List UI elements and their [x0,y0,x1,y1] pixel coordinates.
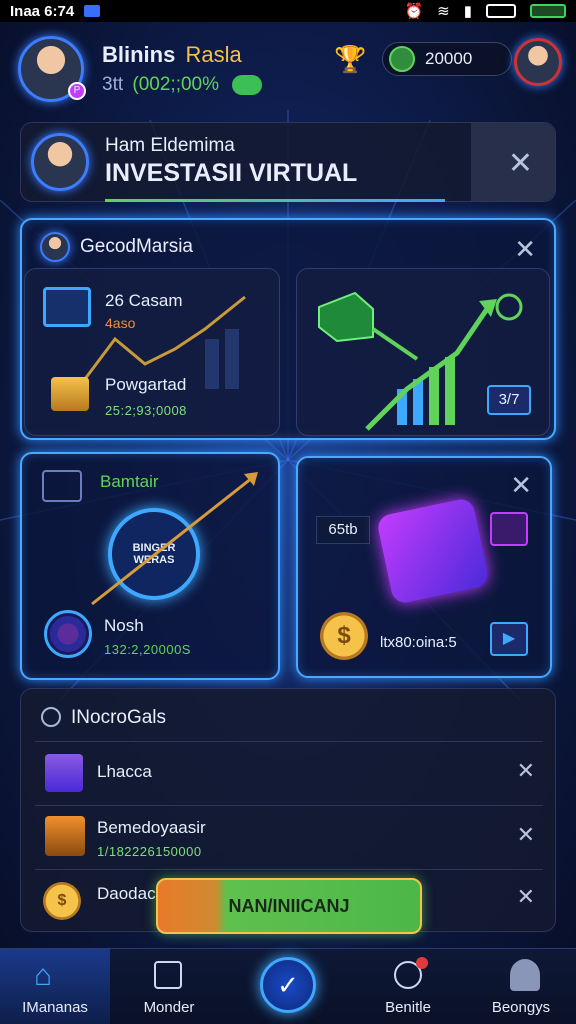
close-icon[interactable]: ✕ [517,886,535,908]
tile1-label: 26 Casam [105,291,183,310]
user-stats-row: 3tt (002;;00% [102,74,263,96]
tile2-badge: 3/7 [487,385,531,415]
coin-balance[interactable]: 20000 [382,42,512,76]
add-balance-button[interactable] [232,74,263,95]
boost-icon [490,512,528,546]
banner-title: INVESTASII VIRTUAL [105,159,358,187]
wifi-icon: ≋ [437,3,450,20]
profile-avatar-wrap[interactable]: P [18,36,86,102]
tile-portfolio[interactable]: 26 Casam 4aso Powgartad 25:2;93;0008 [24,268,280,436]
list-item[interactable]: Lhacca ✕ [35,741,543,803]
tile-crypto[interactable]: ✕ 65tb $ ltx80:oina:5 ▶ [296,456,552,678]
tile1-sub: 4aso [105,315,136,331]
nav-item-home[interactable]: IMananas [0,999,110,1016]
nav-item-beongys[interactable]: Beongys [466,999,576,1016]
panel-title: GecodMarsia [80,236,193,257]
tile1-item-label: Powgartad [105,375,187,394]
bottom-nav: ⌂ IMananas Monder ✓ Benitle Beongys [0,948,576,1024]
cta-button[interactable]: NAN/INIICANJ [156,878,422,934]
play-icon[interactable]: ▶ [490,622,528,656]
coin-icon [389,46,415,72]
user-balance: (002;;00% [132,74,220,95]
tile4-value: ltx80:oina:5 [380,634,457,651]
tile3-item-label: Nosh [104,616,144,635]
tile4-chip: 65tb [316,516,370,544]
tile-shield[interactable]: Bamtair BINGER WERAS Nosh 132:2,20000S [20,452,280,680]
reward-icon[interactable]: 🏆 [334,44,366,75]
target-icon [44,610,92,658]
list-item[interactable]: Bemedoyaasir 1/182226150000 ✕ [35,805,543,867]
profile-header: P Blinins Rasla 3tt (002;;00% 🏆 20000 [18,30,562,110]
panel-avatar [40,232,70,262]
user-name: Blinins [102,42,176,67]
tile1-item-value: 25:2;93;0008 [105,403,187,418]
nav-item-monder[interactable]: Monder [114,999,224,1016]
crypto-cube-icon [375,496,491,606]
coin-stack-icon [45,754,83,792]
app-notification-icon [84,5,101,17]
home-icon[interactable]: ⌂ [34,959,52,993]
status-time: Inaa 6:74 [10,2,75,20]
user-name-row: Blinins Rasla [102,42,242,68]
close-icon[interactable]: ✕ [510,472,532,498]
close-icon[interactable]: ✕ [517,824,535,846]
signal-icon: ▮ [463,3,472,20]
list-item-label: Daodac [97,884,156,903]
dollar-coin-icon: $ [320,612,368,660]
gold-bars-icon [51,377,89,411]
dollar-coin-icon: $ [43,882,81,920]
nav-item-benitle[interactable]: Benitle [353,999,463,1016]
list-item-value: 1/182226150000 [97,844,202,859]
cart-icon [45,816,85,856]
list-title: INocroGals [71,707,167,728]
banner-progress [105,199,445,202]
document-icon[interactable] [154,961,182,989]
info-icon [41,707,61,727]
profile-icon[interactable] [510,959,540,991]
tile3-item-value: 132:2,20000S [104,642,191,657]
close-icon[interactable]: ✕ [514,236,536,262]
list-item-label: Lhacca [97,762,152,781]
battery-icon [486,4,516,18]
list-item-label: Bemedoyaasir [97,818,206,837]
close-icon[interactable]: ✕ [517,760,535,782]
center-action-icon[interactable]: ✓ [260,957,316,1013]
tile-growth[interactable]: 3/7 [296,268,550,436]
notification-dot [416,957,428,969]
chart-icon [43,287,91,327]
charging-battery-icon [530,4,566,18]
banner-avatar [31,133,89,191]
user-tag: Rasla [185,42,242,67]
friend-avatar[interactable] [514,38,562,86]
status-bar: Inaa 6:74 ⏰ ≋ ▮ [0,0,576,22]
profile-badge-icon: P [68,82,86,100]
close-icon[interactable]: ✕ [508,149,533,179]
banner-card: Ham Eldemima INVESTASII VIRTUAL ✕ [20,122,556,202]
user-stat: 3tt [102,74,124,95]
coin-amount: 20000 [425,49,473,68]
banner-subtitle: Ham Eldemima [105,135,235,156]
alarm-icon: ⏰ [404,3,424,20]
